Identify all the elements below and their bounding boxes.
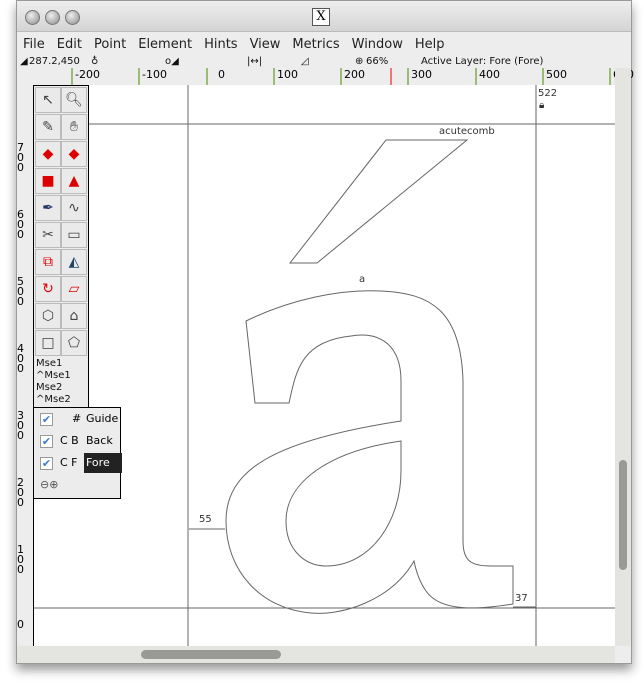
- glyph-canvas[interactable]: 522 🔒︎ acutecomb a 55 37: [34, 85, 615, 646]
- rectangle-tool-icon[interactable]: □: [35, 330, 61, 356]
- ruler-label: 100: [17, 543, 24, 576]
- layer-visible-checkbox[interactable]: ✔: [40, 457, 53, 470]
- ruler-ticks: [71, 68, 611, 85]
- layer-back[interactable]: ✔ C B Back: [40, 431, 120, 451]
- layer-visible-checkbox[interactable]: ✔: [40, 435, 53, 448]
- ruler-label: 0: [218, 68, 225, 81]
- ruler-label: 300: [17, 409, 24, 442]
- accent-ref-label: acutecomb: [439, 126, 495, 137]
- magnify-tool-icon[interactable]: 🔍︎: [61, 87, 87, 113]
- menu-metrics[interactable]: Metrics: [286, 34, 345, 56]
- layer-guide[interactable]: ✔ # Guide: [40, 409, 120, 429]
- distance-icon: |↔|: [247, 56, 263, 67]
- minimize-button[interactable]: [45, 10, 60, 25]
- layer-add-remove-buttons[interactable]: ⊖⊕: [40, 478, 58, 491]
- menu-element[interactable]: Element: [132, 34, 198, 56]
- status-bar: ◢ 287.2,450 ♁ o◢ |↔| ◿ ⊕ 66% Active Laye…: [17, 56, 631, 68]
- skew-tool-icon[interactable]: ▱: [61, 276, 87, 302]
- vertical-scrollbar[interactable]: [615, 68, 631, 646]
- tools-palette: ↖ 🔍︎ ✎ ✋︎ ◆ ◆ ■ ▲ ✒ ∿ ✂ ▭ ⧉ ◭ ↻ ▱ ⬡ ⌂ □ …: [33, 85, 89, 409]
- layer-visible-checkbox[interactable]: ✔: [40, 413, 53, 426]
- curve-point-tool-icon[interactable]: ◆: [35, 141, 61, 167]
- advance-width-label: 522: [538, 88, 558, 99]
- offset-icon: o◢: [165, 56, 179, 67]
- menu-file[interactable]: File: [17, 34, 51, 56]
- layer-code: #: [72, 412, 82, 425]
- menu-window[interactable]: Window: [346, 34, 409, 56]
- 3d-rotate-tool-icon[interactable]: ⬡: [35, 303, 61, 329]
- scroll-hand-tool-icon[interactable]: ✋︎: [61, 114, 87, 140]
- layer-name: Back: [86, 434, 113, 447]
- maximize-button[interactable]: [65, 10, 80, 25]
- zoom-icon: ⊕: [355, 56, 364, 67]
- rotate-tool-icon[interactable]: ↻: [35, 276, 61, 302]
- lock-icon: 🔒︎: [539, 100, 545, 111]
- ruler-label: 300: [411, 68, 432, 81]
- glyph-outline: [34, 85, 615, 646]
- x11-icon: X: [312, 8, 330, 26]
- perspective-tool-icon[interactable]: ⌂: [61, 303, 87, 329]
- ruler-label: 400: [479, 68, 500, 81]
- rsb-label: 37: [515, 593, 528, 604]
- menu-help[interactable]: Help: [409, 34, 451, 56]
- ruler-tool-icon[interactable]: ▭: [61, 222, 87, 248]
- angle-icon: ◿: [301, 56, 309, 67]
- ruler-label: 600: [17, 208, 24, 241]
- menu-hints[interactable]: Hints: [198, 34, 244, 56]
- ruler-label: 200: [17, 476, 24, 509]
- ruler-label: 500: [17, 275, 24, 308]
- layer-code: C F: [60, 456, 78, 469]
- title-bar: X: [17, 1, 631, 32]
- pointer-tool-icon[interactable]: ↖: [35, 87, 61, 113]
- menu-edit[interactable]: Edit: [51, 34, 88, 56]
- lsb-label: 55: [199, 514, 212, 525]
- hvcurve-point-tool-icon[interactable]: ◆: [61, 141, 87, 167]
- ctrl-mouse2-label: ^Mse2: [36, 394, 71, 405]
- horizontal-ruler: -200 -100 0 100 200 300 400 500 600: [33, 68, 634, 86]
- menu-point[interactable]: Point: [88, 34, 132, 56]
- horizontal-scrollbar[interactable]: [17, 646, 615, 663]
- cursor-coords: 287.2,450: [29, 56, 80, 67]
- pen-tool-icon[interactable]: ✒: [35, 195, 61, 221]
- zoom-level: 66%: [366, 56, 389, 67]
- layer-code: C B: [60, 434, 79, 447]
- ruler-label: 100: [277, 68, 298, 81]
- corner-point-tool-icon[interactable]: ■: [35, 168, 61, 194]
- scale-tool-icon[interactable]: ⧉: [35, 249, 61, 275]
- ctrl-mouse1-label: ^Mse1: [36, 370, 71, 381]
- layer-fore[interactable]: ✔ C F Fore: [40, 453, 122, 473]
- layers-palette: ✔ # Guide ✔ C B Back ✔ C F Fore ⊖⊕: [33, 407, 122, 499]
- ruler-label: -200: [75, 68, 100, 81]
- active-layer: Active Layer: Fore (Fore): [421, 56, 544, 67]
- vertical-scroll-thumb[interactable]: [619, 460, 627, 570]
- knife-tool-icon[interactable]: ✂: [35, 222, 61, 248]
- mouse2-label: Mse2: [36, 382, 63, 393]
- layer-name: Guide: [86, 412, 119, 425]
- spiro-tool-icon[interactable]: ∿: [61, 195, 87, 221]
- glyph-ref-label: a: [359, 274, 366, 285]
- ruler-label: 400: [17, 342, 24, 375]
- horizontal-scroll-thumb[interactable]: [141, 650, 281, 659]
- close-button[interactable]: [25, 10, 40, 25]
- freehand-tool-icon[interactable]: ✎: [35, 114, 61, 140]
- ruler-label: 200: [344, 68, 365, 81]
- tangent-point-tool-icon[interactable]: ▲: [61, 168, 87, 194]
- mouse1-label: Mse1: [36, 358, 63, 369]
- polygon-tool-icon[interactable]: ⬠: [61, 330, 87, 356]
- ruler-label: 500: [546, 68, 567, 81]
- flip-tool-icon[interactable]: ◭: [61, 249, 87, 275]
- ruler-label: -100: [142, 68, 167, 81]
- ruler-label: 0: [17, 618, 24, 631]
- cursor-icon: ◢: [20, 56, 28, 67]
- layer-name: Fore: [84, 453, 122, 473]
- vertical-ruler: 700 600 500 400 300 200 100 0: [17, 85, 34, 646]
- menu-view[interactable]: View: [244, 34, 287, 56]
- glyph-window: X File Edit Point Element Hints View Met…: [16, 0, 634, 664]
- ruler-label: 700: [17, 141, 24, 174]
- menu-bar: File Edit Point Element Hints View Metri…: [17, 34, 451, 56]
- point-icon: ♁: [91, 56, 99, 67]
